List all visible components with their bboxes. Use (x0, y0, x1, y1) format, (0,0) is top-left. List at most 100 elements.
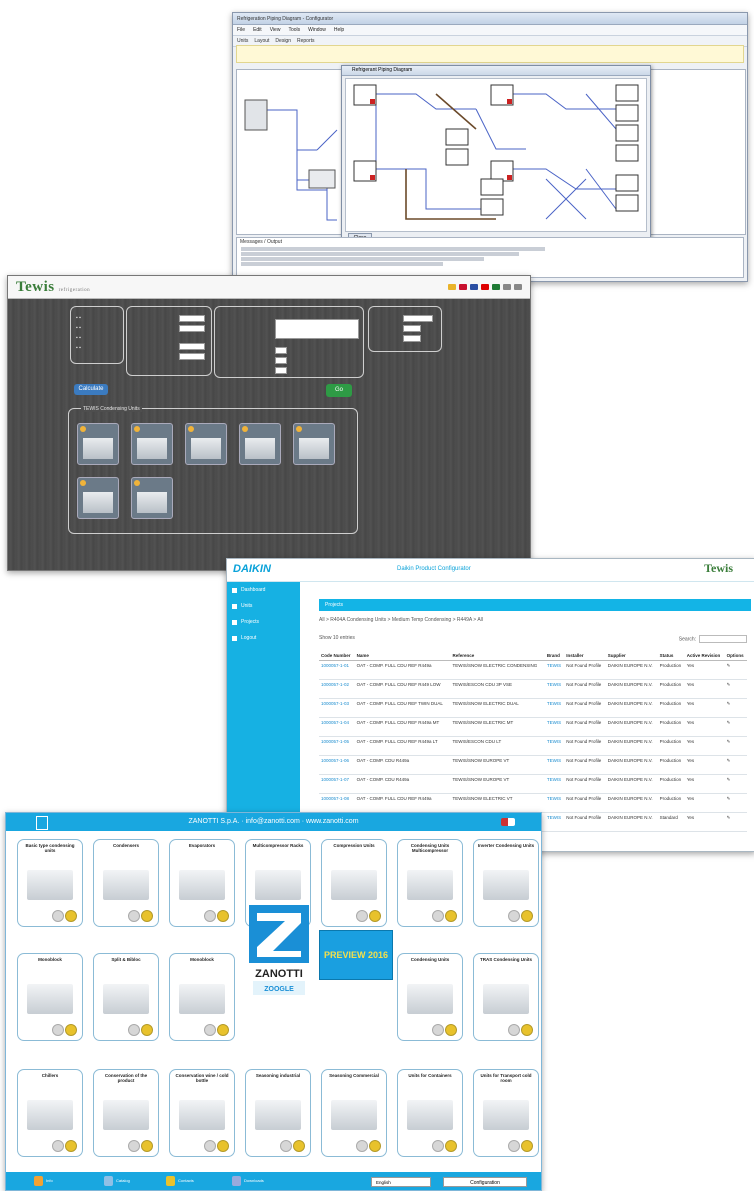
tab-layout[interactable]: Layout (254, 38, 269, 44)
table-cell[interactable]: TEWIS (544, 698, 565, 718)
user-icon[interactable] (514, 284, 522, 290)
tab-reports[interactable]: Reports (297, 38, 315, 44)
entries-control[interactable]: Show 10 entries (319, 635, 355, 641)
document-icon[interactable] (128, 1024, 140, 1036)
go-button[interactable]: Go (326, 384, 352, 397)
configuration-button[interactable]: Configuration (443, 1177, 527, 1187)
flag-es-icon[interactable] (448, 284, 456, 290)
category-card[interactable]: Split & Bibloc (93, 953, 159, 1041)
edit-icon[interactable]: ✎ (724, 717, 747, 737)
downloads-icon[interactable] (232, 1176, 241, 1186)
table-cell[interactable]: 1000057-1-07 (319, 774, 355, 794)
sidebar-item-logout[interactable]: Logout (227, 630, 300, 646)
option-field[interactable] (275, 367, 287, 374)
catalog-icon[interactable] (104, 1176, 113, 1186)
calculate-button[interactable]: Calculate (74, 384, 108, 395)
option-field[interactable] (403, 315, 433, 322)
language-select[interactable]: English (371, 1177, 431, 1187)
col-revision[interactable]: Active Revision (684, 651, 725, 661)
category-card[interactable]: Chillers (17, 1069, 83, 1157)
option-field[interactable] (275, 347, 287, 354)
table-cell[interactable]: TEWIS (544, 755, 565, 775)
document-icon[interactable] (204, 1024, 216, 1036)
category-card[interactable]: Basic type condensing units (17, 839, 83, 927)
document-icon[interactable] (356, 910, 368, 922)
preview-banner[interactable]: PREVIEW 2016 (319, 930, 393, 980)
unit-thumbnail[interactable] (185, 423, 227, 465)
document-icon[interactable] (508, 1140, 520, 1152)
document-icon[interactable] (52, 1140, 64, 1152)
col-name[interactable]: Name (354, 651, 451, 661)
col-code[interactable]: Code Number (319, 651, 355, 661)
table-cell[interactable]: TEWIS (544, 774, 565, 794)
col-brand[interactable]: Brand (544, 651, 565, 661)
document-icon[interactable] (52, 910, 64, 922)
tab-units[interactable]: Units (237, 38, 248, 44)
menu-edit[interactable]: Edit (253, 27, 262, 33)
document-icon[interactable] (204, 1140, 216, 1152)
flag-fr-icon[interactable] (470, 284, 478, 290)
option-field[interactable] (403, 325, 421, 332)
table-cell[interactable]: 1000057-1-06 (319, 755, 355, 775)
footer-downloads[interactable]: Downloads (244, 1178, 264, 1183)
document-icon[interactable] (128, 1140, 140, 1152)
table-cell[interactable]: 1000057-1-01 (319, 660, 355, 680)
document-icon[interactable] (52, 1024, 64, 1036)
settings-icon[interactable] (503, 284, 511, 290)
table-cell[interactable]: TEWIS (544, 660, 565, 680)
price-icon[interactable] (445, 910, 457, 922)
capacity-field[interactable] (179, 325, 205, 332)
table-row[interactable]: 1000057-1-08 OAT - COMP. FULL CDU REF R44… (319, 793, 747, 813)
edit-icon[interactable]: ✎ (724, 755, 747, 775)
edit-icon[interactable]: ✎ (724, 812, 747, 832)
entries-select[interactable]: 10 (333, 635, 339, 641)
diagram-area[interactable] (345, 78, 647, 232)
category-card[interactable]: Conservation of the product (93, 1069, 159, 1157)
footer-contacts[interactable]: Contacts (178, 1178, 194, 1183)
price-icon[interactable] (141, 1024, 153, 1036)
price-icon[interactable] (369, 1140, 381, 1152)
category-card[interactable]: Seasoning Commercial (321, 1069, 387, 1157)
price-icon[interactable] (65, 1024, 77, 1036)
table-cell[interactable]: TEWIS (544, 679, 565, 699)
col-reference[interactable]: Reference (450, 651, 545, 661)
price-icon[interactable] (445, 1140, 457, 1152)
temp-field[interactable] (179, 353, 205, 360)
category-card[interactable]: Monoblock (169, 953, 235, 1041)
col-installer[interactable]: Installer (564, 651, 606, 661)
col-supplier[interactable]: Supplier (605, 651, 658, 661)
table-row[interactable]: 1000057-1-07 OAT - COMP. CDU R449a TEWIS/S… (319, 774, 747, 794)
document-icon[interactable] (432, 910, 444, 922)
unit-thumbnail[interactable] (131, 423, 173, 465)
document-icon[interactable] (204, 910, 216, 922)
document-icon[interactable] (128, 910, 140, 922)
category-card[interactable]: Conservation wine / cold bottle (169, 1069, 235, 1157)
unit-thumbnail[interactable] (239, 423, 281, 465)
price-icon[interactable] (217, 1024, 229, 1036)
language-flag-icon[interactable] (501, 818, 515, 826)
document-icon[interactable] (508, 910, 520, 922)
price-icon[interactable] (141, 1140, 153, 1152)
category-card[interactable]: Seasoning industrial (245, 1069, 311, 1157)
price-icon[interactable] (217, 910, 229, 922)
table-row[interactable]: 1000057-1-06 OAT - COMP. CDU R449a TEWIS/S… (319, 755, 747, 775)
category-card[interactable]: Condensing Units (397, 953, 463, 1041)
info-icon[interactable] (34, 1176, 43, 1186)
table-cell[interactable]: 1000057-1-02 (319, 679, 355, 699)
price-icon[interactable] (217, 1140, 229, 1152)
category-card[interactable]: Condensers (93, 839, 159, 927)
sidebar-item-dashboard[interactable]: Dashboard (227, 582, 300, 598)
menu-view[interactable]: View (270, 27, 281, 33)
document-icon[interactable] (508, 1024, 520, 1036)
tab-design[interactable]: Design (275, 38, 291, 44)
option-field[interactable] (403, 335, 421, 342)
flag-de-icon[interactable] (481, 284, 489, 290)
search-input[interactable] (699, 635, 747, 643)
breadcrumb[interactable]: All > R404A Condensing Units > Medium Te… (319, 617, 483, 623)
edit-icon[interactable]: ✎ (724, 774, 747, 794)
price-icon[interactable] (445, 1024, 457, 1036)
document-icon[interactable] (432, 1024, 444, 1036)
table-row[interactable]: 1000057-1-04 OAT - COMP. FULL CDU REF R44… (319, 717, 747, 737)
footer-info[interactable]: Info (46, 1178, 53, 1183)
edit-icon[interactable]: ✎ (724, 698, 747, 718)
